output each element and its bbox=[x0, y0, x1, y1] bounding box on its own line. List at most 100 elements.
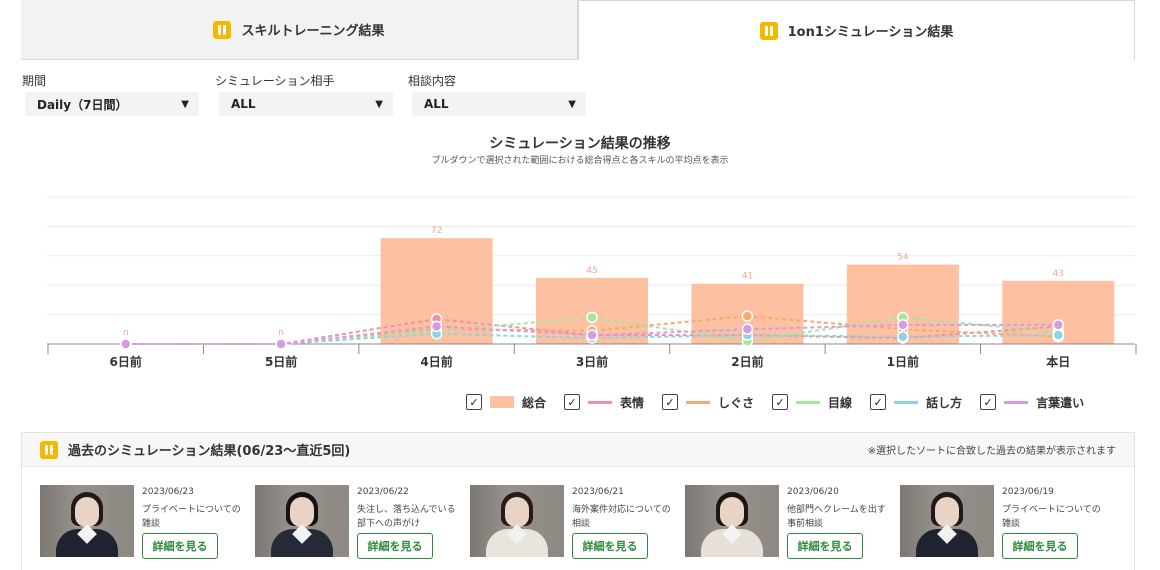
chart-legend: ✓ 総合 ✓ 表情 ✓ しぐさ ✓ 目線 ✓ 話し方 ✓ 言葉遣い bbox=[466, 392, 1084, 412]
chart-subtitle: プルダウンで選択された範囲における総合得点と各スキルの平均点を表示 bbox=[431, 156, 729, 166]
x-tick-label: 6日前 bbox=[110, 354, 142, 369]
filter-label: シミュレーション相手 bbox=[215, 74, 335, 88]
tab-1on1-simulation[interactable]: 1on1シミュレーション結果 bbox=[578, 0, 1135, 60]
view-details-button[interactable]: 詳細を見る bbox=[357, 533, 433, 559]
caret-down-icon: ▼ bbox=[375, 98, 383, 110]
panel-title-text: 過去のシミュレーション結果(06/23〜直近5回) bbox=[68, 444, 351, 459]
legend-checkbox[interactable]: ✓ bbox=[772, 394, 789, 410]
card-topic: 他部門へクレームを出す事前相談 bbox=[787, 505, 886, 529]
period-select[interactable]: Daily（7日間） ▼ bbox=[25, 92, 199, 116]
legend-swatch bbox=[588, 400, 613, 404]
partner-select[interactable]: ALL ▼ bbox=[219, 92, 393, 116]
card-date: 2023/06/20 bbox=[787, 487, 839, 497]
card-date: 2023/06/22 bbox=[357, 487, 409, 497]
legend-item[interactable]: ✓ 表情 bbox=[564, 394, 644, 411]
avatar-thumbnail bbox=[40, 485, 134, 557]
series-point bbox=[586, 329, 598, 341]
legend-swatch bbox=[686, 400, 711, 404]
bar-value-label: n bbox=[278, 328, 284, 338]
avatar-thumbnail bbox=[470, 485, 564, 557]
x-tick-label: 4日前 bbox=[420, 354, 452, 369]
bar-value-label: 41 bbox=[742, 272, 753, 282]
legend-label: 表情 bbox=[620, 395, 645, 410]
past-result-card: 2023/06/19 プライベートについての雑談 詳細を見る bbox=[900, 485, 1105, 565]
card-date: 2023/06/19 bbox=[1002, 487, 1054, 497]
legend-swatch bbox=[894, 400, 919, 404]
tab-skill-training[interactable]: スキルトレーニング結果 bbox=[21, 0, 578, 60]
legend-checkbox[interactable]: ✓ bbox=[662, 394, 679, 410]
legend-label: 目線 bbox=[828, 395, 853, 410]
legend-swatch bbox=[1004, 400, 1029, 404]
filter-topic: 相談内容 ALL ▼ bbox=[408, 72, 586, 116]
legend-label: しぐさ bbox=[718, 395, 755, 410]
card-topic: プライベートについての雑談 bbox=[142, 505, 241, 529]
tab-label: 1on1シミュレーション結果 bbox=[787, 25, 954, 40]
past-result-cards: 2023/06/23 プライベートについての雑談 詳細を見る 2023/06/22 失注… bbox=[40, 485, 1120, 565]
filter-label: 期間 bbox=[22, 74, 47, 88]
view-details-button[interactable]: 詳細を見る bbox=[1002, 533, 1078, 559]
series-point bbox=[1052, 329, 1065, 341]
x-tick-label: 3日前 bbox=[576, 354, 608, 369]
series-point bbox=[897, 330, 909, 343]
x-tick-label: 1日前 bbox=[887, 354, 919, 369]
bar-value-label: n bbox=[123, 328, 129, 338]
chart-title: シミュレーション結果の推移 bbox=[489, 136, 671, 152]
select-value: ALL bbox=[424, 97, 449, 111]
legend-item[interactable]: ✓ 話し方 bbox=[870, 394, 962, 411]
topic-select[interactable]: ALL ▼ bbox=[412, 92, 586, 116]
legend-item[interactable]: ✓ 言葉遣い bbox=[980, 394, 1084, 411]
chart-icon bbox=[759, 21, 778, 40]
series-point bbox=[741, 310, 754, 322]
card-topic: 海外案件対応についての相談 bbox=[572, 505, 671, 529]
legend-checkbox[interactable]: ✓ bbox=[980, 394, 997, 410]
legend-swatch bbox=[796, 400, 821, 404]
view-details-button[interactable]: 詳細を見る bbox=[142, 533, 218, 559]
x-tick-label: 2日前 bbox=[731, 354, 763, 369]
bar-value-label: 54 bbox=[897, 253, 909, 263]
legend-checkbox[interactable]: ✓ bbox=[466, 394, 482, 410]
panel-header: 過去のシミュレーション結果(06/23〜直近5回) ※選択したソートに合致した過… bbox=[22, 433, 1134, 467]
x-tick-label: 5日前 bbox=[265, 354, 297, 369]
tab-label: スキルトレーニング結果 bbox=[241, 24, 385, 39]
series-point bbox=[1052, 319, 1065, 331]
legend-checkbox[interactable]: ✓ bbox=[870, 394, 887, 410]
card-date: 2023/06/21 bbox=[572, 487, 624, 497]
legend-label: 総合 bbox=[522, 395, 547, 410]
legend-swatch bbox=[490, 396, 514, 408]
filter-partner: シミュレーション相手 ALL ▼ bbox=[215, 72, 393, 116]
select-value: Daily（7日間） bbox=[37, 97, 128, 112]
past-result-card: 2023/06/21 海外案件対応についての相談 詳細を見る bbox=[470, 485, 675, 565]
avatar-thumbnail bbox=[900, 485, 994, 557]
series-point bbox=[897, 319, 909, 331]
legend-item[interactable]: ✓ 目線 bbox=[772, 394, 852, 411]
past-result-card: 2023/06/22 失注し、落ち込んでいる部下への声がけ 詳細を見る bbox=[255, 485, 460, 565]
result-tabs: スキルトレーニング結果 1on1シミュレーション結果 bbox=[21, 0, 1135, 60]
bar-value-label: 72 bbox=[431, 226, 442, 236]
legend-item[interactable]: ✓ 総合 bbox=[466, 394, 546, 411]
avatar-thumbnail bbox=[685, 485, 779, 557]
view-details-button[interactable]: 詳細を見る bbox=[787, 533, 863, 559]
chart-icon bbox=[213, 20, 232, 39]
filter-period: 期間 Daily（7日間） ▼ bbox=[22, 72, 199, 116]
filter-label: 相談内容 bbox=[408, 74, 457, 88]
simulation-trend-chart: n n 72 45 41 54 43 6日前 5日前 4日前 3日前 2日前 1日前 本日 bbox=[47, 196, 1137, 369]
panel-title: 過去のシミュレーション結果(06/23〜直近5回) bbox=[40, 440, 350, 459]
series-point bbox=[119, 338, 132, 350]
card-date: 2023/06/23 bbox=[142, 487, 194, 497]
card-topic: 失注し、落ち込んでいる部下への声がけ bbox=[357, 505, 456, 529]
caret-down-icon: ▼ bbox=[181, 98, 189, 110]
legend-checkbox[interactable]: ✓ bbox=[564, 394, 581, 410]
panel-note: ※選択したソートに合致した過去の結果が表示されます bbox=[867, 446, 1116, 457]
view-details-button[interactable]: 詳細を見る bbox=[572, 533, 648, 559]
bar-value-label: 43 bbox=[1053, 269, 1064, 279]
bar-value-label: 45 bbox=[586, 266, 597, 276]
series-point bbox=[586, 311, 598, 324]
caret-down-icon: ▼ bbox=[568, 98, 576, 110]
select-value: ALL bbox=[231, 97, 256, 111]
legend-item[interactable]: ✓ しぐさ bbox=[662, 394, 754, 411]
past-result-card: 2023/06/20 他部門へクレームを出す事前相談 詳細を見る bbox=[685, 485, 890, 565]
legend-label: 言葉遣い bbox=[1036, 395, 1085, 410]
series-point bbox=[275, 338, 287, 350]
avatar-thumbnail bbox=[255, 485, 349, 557]
card-topic: プライベートについての雑談 bbox=[1002, 505, 1101, 529]
